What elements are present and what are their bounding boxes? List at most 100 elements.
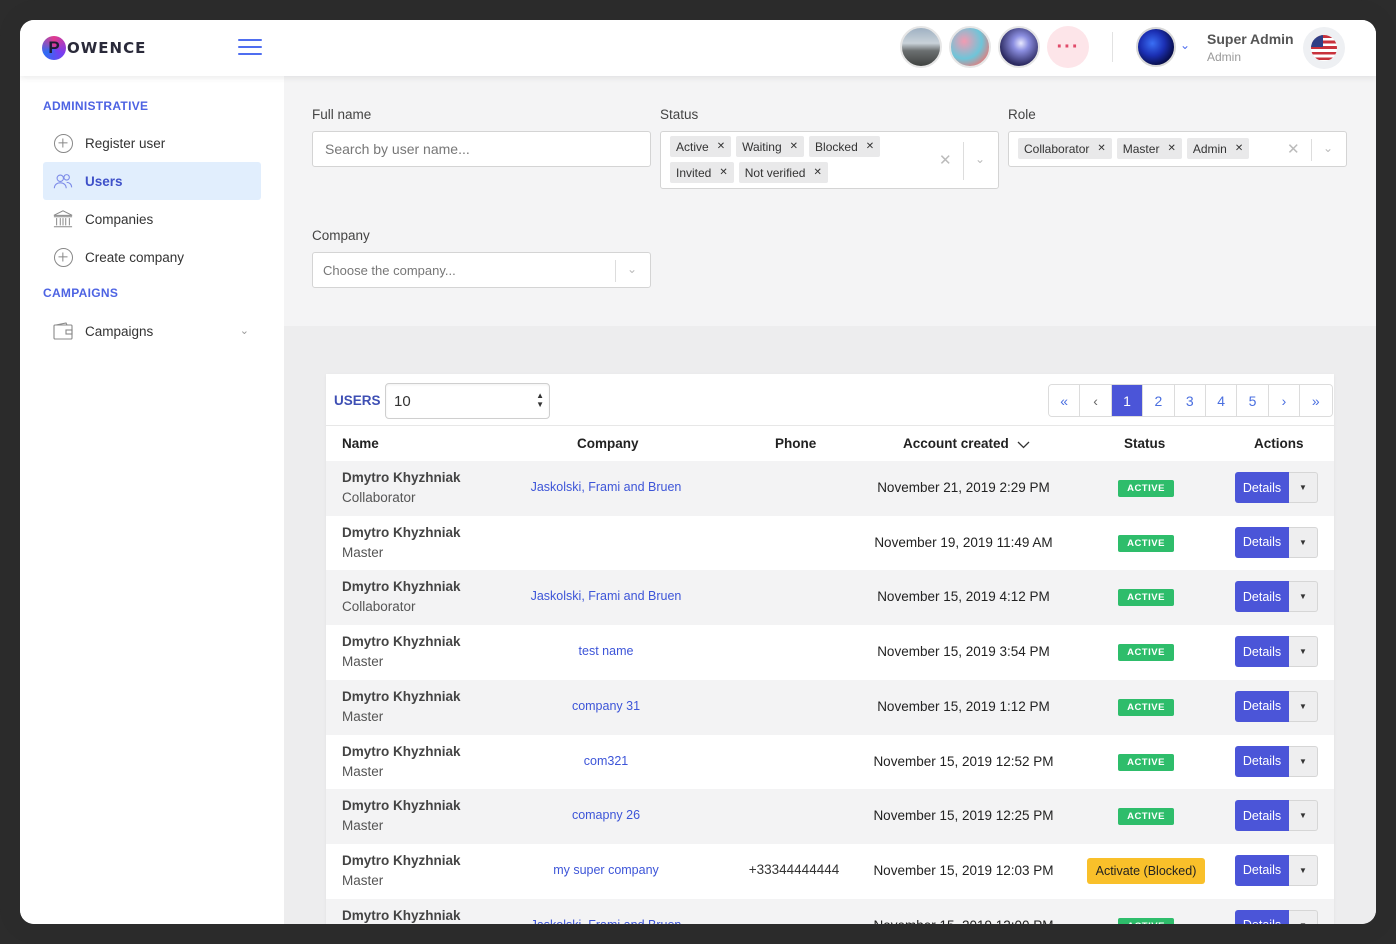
company-link[interactable]: Jaskolski, Frami and Bruen bbox=[506, 480, 706, 494]
remove-tag-icon[interactable]: ✕ bbox=[782, 141, 804, 152]
sort-chevron-down-icon[interactable] bbox=[1017, 437, 1030, 452]
remove-tag-icon[interactable]: ✕ bbox=[1227, 143, 1249, 154]
caret-down-icon[interactable]: ▼ bbox=[1289, 472, 1318, 503]
status-tags: Active ✕ Waiting ✕ Blocked ✕ Invited ✕ Not v… bbox=[670, 136, 940, 183]
company-link[interactable]: comapny 26 bbox=[506, 808, 706, 822]
page-next-button[interactable]: › bbox=[1268, 385, 1301, 416]
role-label: Role bbox=[1008, 107, 1036, 122]
chevron-down-icon[interactable]: ⌄ bbox=[975, 152, 985, 166]
per-page-value: 10 bbox=[394, 392, 411, 410]
status-cell: ACTIVE bbox=[1061, 587, 1231, 607]
user-cell: Dmytro Khyzhniak Master bbox=[342, 853, 461, 888]
details-button[interactable]: Details bbox=[1235, 909, 1289, 924]
remove-tag-icon[interactable]: ✕ bbox=[805, 167, 827, 178]
page-last-button[interactable]: » bbox=[1300, 385, 1332, 416]
details-button[interactable]: Details bbox=[1235, 800, 1289, 832]
details-button[interactable]: Details bbox=[1235, 690, 1289, 722]
status-badge: ACTIVE bbox=[1118, 753, 1174, 771]
caret-down-icon[interactable]: ▼ bbox=[1289, 800, 1318, 832]
details-button[interactable]: Details bbox=[1235, 636, 1289, 668]
remove-tag-icon[interactable]: ✕ bbox=[709, 141, 731, 152]
company-link[interactable]: com321 bbox=[506, 754, 706, 768]
caret-down-icon[interactable]: ▼ bbox=[1289, 854, 1318, 886]
clear-icon[interactable]: ✕ bbox=[1287, 140, 1300, 158]
caret-down-icon[interactable]: ▼ bbox=[1289, 745, 1318, 777]
actions-cell: Details▼ bbox=[1235, 909, 1318, 924]
details-button[interactable]: Details bbox=[1235, 581, 1289, 613]
sidebar-item-companies[interactable]: Companies bbox=[43, 200, 261, 238]
plus-circle-icon bbox=[53, 247, 73, 267]
hamburger-menu-icon[interactable] bbox=[238, 39, 262, 55]
user-name[interactable]: Super Admin bbox=[1207, 31, 1294, 47]
logo[interactable]: P OWENCE bbox=[42, 36, 146, 60]
per-page-select[interactable]: 10 ▲ ▼ bbox=[385, 383, 550, 419]
account-created-cell: November 15, 2019 4:12 PM bbox=[877, 589, 1050, 605]
avatar[interactable] bbox=[900, 26, 942, 68]
column-header-status[interactable]: Status bbox=[1124, 436, 1165, 451]
tag-label: Collaborator bbox=[1024, 141, 1090, 156]
column-header-account-created[interactable]: Account created bbox=[903, 436, 1030, 452]
details-button[interactable]: Details bbox=[1235, 472, 1289, 503]
column-header-company[interactable]: Company bbox=[577, 436, 639, 451]
company-select[interactable]: Choose the company... ⌄ bbox=[312, 252, 651, 288]
page-2-button[interactable]: 2 bbox=[1143, 385, 1175, 416]
user-name: Dmytro Khyzhniak bbox=[342, 907, 461, 923]
role-tags: Collaborator ✕ Master ✕ Admin ✕ bbox=[1018, 138, 1278, 159]
remove-tag-icon[interactable]: ✕ bbox=[1159, 143, 1181, 154]
chevron-down-icon[interactable]: ⌄ bbox=[240, 324, 249, 337]
table-row: Dmytro Khyzhniak Master my super company +3… bbox=[326, 844, 1334, 899]
page-prev-button[interactable]: ‹ bbox=[1080, 385, 1112, 416]
sidebar-item-campaigns[interactable]: Campaigns ⌄ bbox=[43, 312, 261, 350]
remove-tag-icon[interactable]: ✕ bbox=[711, 167, 733, 178]
sidebar-item-create-company[interactable]: Create company bbox=[43, 238, 261, 276]
company-link[interactable]: Jaskolski, Frami and Bruen bbox=[506, 918, 706, 924]
remove-tag-icon[interactable]: ✕ bbox=[1089, 143, 1111, 154]
page-4-button[interactable]: 4 bbox=[1205, 385, 1238, 416]
user-role: Master bbox=[342, 818, 384, 834]
role-multiselect[interactable]: Collaborator ✕ Master ✕ Admin ✕ ✕ ⌄ bbox=[1008, 131, 1347, 167]
status-tag-active: Active ✕ bbox=[670, 136, 732, 157]
company-link[interactable]: test name bbox=[506, 644, 706, 658]
details-button[interactable]: Details bbox=[1235, 745, 1289, 777]
company-link[interactable]: company 31 bbox=[506, 699, 706, 713]
page-first-button[interactable]: « bbox=[1049, 385, 1081, 416]
tag-label: Not verified bbox=[744, 165, 806, 180]
page-5-button[interactable]: 5 bbox=[1237, 385, 1269, 416]
caret-down-icon[interactable]: ▼ bbox=[1289, 909, 1318, 924]
details-button[interactable]: Details bbox=[1235, 854, 1289, 886]
spinner-arrows-icon: ▲ ▼ bbox=[536, 391, 544, 409]
table-toolbar: USERS 10 ▲ ▼ « ‹ 1 2 3 4 5 › » bbox=[326, 374, 1334, 426]
fullname-search-input[interactable] bbox=[313, 132, 650, 166]
sidebar-item-users[interactable]: Users bbox=[43, 162, 261, 200]
sidebar-item-label: Register user bbox=[85, 135, 166, 151]
page-1-button[interactable]: 1 bbox=[1111, 385, 1144, 416]
tag-label: Admin bbox=[1192, 141, 1227, 156]
details-button[interactable]: Details bbox=[1235, 526, 1289, 558]
more-avatars-button[interactable]: ··· bbox=[1047, 26, 1089, 68]
page-3-button[interactable]: 3 bbox=[1174, 385, 1206, 416]
chevron-down-icon[interactable]: ⌄ bbox=[627, 262, 637, 276]
activate-blocked-button[interactable]: Activate (Blocked) bbox=[1086, 857, 1206, 884]
remove-tag-icon[interactable]: ✕ bbox=[858, 141, 880, 152]
caret-down-icon[interactable]: ▼ bbox=[1289, 690, 1318, 722]
sidebar-item-register-user[interactable]: Register user bbox=[43, 124, 261, 162]
chevron-down-icon[interactable]: ⌄ bbox=[1180, 38, 1190, 52]
status-cell: ACTIVE bbox=[1061, 697, 1231, 716]
column-header-phone[interactable]: Phone bbox=[775, 436, 816, 451]
avatar[interactable] bbox=[949, 26, 991, 68]
company-link[interactable]: my super company bbox=[506, 863, 706, 877]
status-multiselect[interactable]: Active ✕ Waiting ✕ Blocked ✕ Invited ✕ Not v… bbox=[660, 131, 999, 189]
company-link[interactable]: Jaskolski, Frami and Bruen bbox=[506, 589, 706, 603]
user-name: Dmytro Khyzhniak bbox=[342, 470, 461, 485]
language-flag-button[interactable] bbox=[1303, 27, 1345, 69]
account-created-cell: November 15, 2019 12:00 PM bbox=[856, 918, 1071, 924]
caret-down-icon[interactable]: ▼ bbox=[1289, 636, 1318, 668]
caret-down-icon[interactable]: ▼ bbox=[1289, 526, 1318, 558]
clear-icon[interactable]: ✕ bbox=[939, 151, 952, 169]
avatar[interactable] bbox=[998, 26, 1040, 68]
user-avatar[interactable] bbox=[1136, 27, 1176, 67]
column-header-name[interactable]: Name bbox=[342, 436, 379, 451]
user-cell: Dmytro Khyzhniak Collaborator bbox=[342, 470, 461, 505]
caret-down-icon[interactable]: ▼ bbox=[1289, 581, 1318, 613]
chevron-down-icon[interactable]: ⌄ bbox=[1323, 141, 1333, 155]
